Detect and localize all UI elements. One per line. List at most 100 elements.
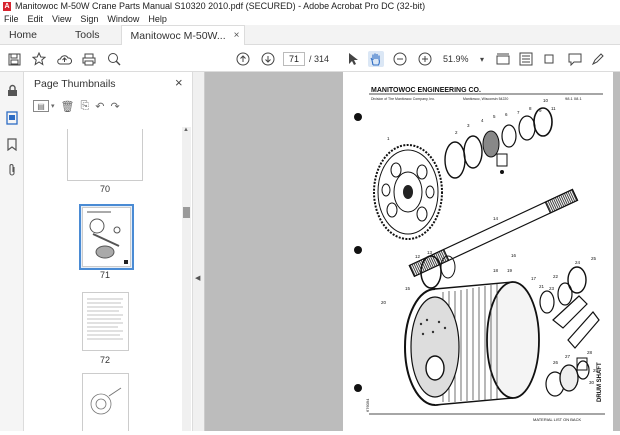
part-number: 11 (551, 106, 556, 111)
thumbnail-label-71: 71 (99, 270, 110, 280)
scrollbar-thumb[interactable] (183, 207, 190, 218)
tab-tools[interactable]: Tools (66, 25, 109, 45)
zoom-out-icon[interactable] (392, 51, 408, 67)
part-number: 27 (565, 354, 571, 359)
page-total: / 314 (309, 54, 330, 64)
collapse-arrow-icon[interactable]: ◀ (195, 274, 200, 282)
comment-icon[interactable] (567, 51, 583, 67)
lock-icon[interactable] (4, 82, 20, 98)
menu-edit[interactable]: Edit (28, 14, 44, 24)
part-number: 13 (427, 250, 433, 255)
rotate-icon[interactable] (541, 51, 557, 67)
part-number: 2 (455, 130, 458, 135)
thumbnail-label-70: 70 (99, 184, 110, 194)
menu-file[interactable]: File (4, 14, 19, 24)
fit-page-icon[interactable] (495, 51, 511, 67)
attachment-icon[interactable] (4, 162, 20, 178)
part-number: 20 (381, 300, 387, 305)
prev-page-icon[interactable] (235, 51, 251, 67)
highlight-icon[interactable] (590, 51, 606, 67)
page-number-input[interactable]: 71 (283, 52, 305, 66)
left-rail (0, 72, 24, 431)
tab-tools-label: Tools (75, 29, 100, 41)
part-number: 5 (493, 114, 496, 119)
part-number: 15 (405, 286, 411, 291)
toolbar: 71 / 314 51.9% ▾ (0, 45, 620, 72)
menu-sign[interactable]: Sign (80, 14, 98, 24)
panel-collapse-bar[interactable]: ◀ (193, 72, 205, 431)
part-number: 25 (591, 256, 597, 261)
page-location: Manitowoc, Wisconsin 54220 (463, 97, 508, 101)
side-title: DRUM SHAFT (597, 362, 603, 402)
title-bar: A Manitowoc M-50W Crane Parts Manual S10… (0, 0, 620, 12)
close-panel-icon[interactable]: × (175, 75, 183, 90)
part-code: 676094 (365, 398, 370, 412)
menu-help[interactable]: Help (148, 14, 167, 24)
tab-home[interactable]: Home (0, 25, 46, 45)
part-number: 26 (553, 360, 559, 365)
next-page-icon[interactable] (260, 51, 276, 67)
part-number: 12 (415, 254, 421, 259)
part-number: 22 (553, 274, 559, 279)
part-number: 1 (387, 136, 390, 141)
panel-title: Page Thumbnails (34, 78, 116, 90)
part-number: 21 (539, 284, 545, 289)
delete-page-icon[interactable]: 🗑 (61, 100, 75, 113)
page-header: MANITOWOC ENGINEERING CO. (371, 87, 481, 94)
upload-icon[interactable] (56, 51, 72, 67)
thumbnail-label-72: 72 (99, 355, 110, 365)
tab-bar: Home Tools Manitowoc M-50W... × (0, 25, 620, 45)
tab-document-label: Manitowoc M-50W... (130, 29, 226, 42)
page-subheader: Division of The Manitowoc Company, Inc. (371, 97, 435, 101)
part-number: 8 (529, 106, 532, 111)
thumbnail-options-icon[interactable]: ▤ (33, 100, 49, 112)
close-tab-icon[interactable]: × (234, 30, 240, 41)
page-thumbnail-70[interactable] (67, 129, 143, 181)
search-icon[interactable] (106, 51, 122, 67)
scroll-mode-icon[interactable] (518, 51, 534, 67)
tab-home-label: Home (9, 29, 38, 41)
part-number: 16 (511, 253, 517, 258)
thumbnail-scrollbar[interactable]: ▲ (182, 127, 191, 431)
options-dropdown-icon[interactable]: ▾ (51, 102, 55, 110)
page-thumbnail-73[interactable] (82, 373, 129, 431)
page-thumbnail-72[interactable] (82, 292, 129, 351)
page-thumbnails-icon[interactable] (4, 110, 20, 126)
panel-tools: ▤ ▾ 🗑 ⎘ ↶ ↷ (33, 98, 120, 114)
part-number: 7 (517, 110, 520, 115)
part-number: 19 (507, 268, 513, 273)
bookmark-icon[interactable] (4, 136, 20, 152)
part-number: 23 (549, 286, 555, 291)
menu-window[interactable]: Window (107, 14, 139, 24)
acrobat-icon: A (3, 1, 11, 11)
star-icon[interactable] (31, 51, 47, 67)
page-ref: 98.1 08.1 (565, 96, 582, 101)
document-page: MANITOWOC ENGINEERING CO. Division of Th… (343, 72, 613, 431)
part-number: 18 (493, 268, 499, 273)
part-number: 24 (575, 260, 581, 265)
zoom-level[interactable]: 51.9% (443, 52, 473, 66)
hand-icon[interactable] (368, 51, 384, 67)
menu-bar: File Edit View Sign Window Help (0, 12, 620, 25)
part-number: 6 (505, 112, 508, 117)
part-number: 10 (543, 98, 549, 103)
rotate-left-icon[interactable]: ↶ (95, 100, 104, 113)
extract-page-icon[interactable]: ⎘ (80, 100, 89, 113)
part-number: 4 (481, 118, 484, 123)
menu-view[interactable]: View (52, 14, 71, 24)
zoom-in-icon[interactable] (417, 51, 433, 67)
scroll-up-icon[interactable]: ▲ (183, 127, 189, 133)
part-number: 17 (531, 276, 537, 281)
exploded-drawing: MANITOWOC ENGINEERING CO. Division of Th… (354, 87, 605, 422)
window-title: Manitowoc M-50W Crane Parts Manual S1032… (15, 1, 426, 11)
document-view[interactable]: MANITOWOC ENGINEERING CO. Division of Th… (205, 72, 620, 431)
tab-document[interactable]: Manitowoc M-50W... × (120, 25, 245, 45)
zoom-dropdown-icon[interactable]: ▾ (474, 51, 490, 67)
rotate-right-icon[interactable]: ↷ (111, 100, 120, 113)
print-icon[interactable] (81, 51, 97, 67)
cursor-icon[interactable] (345, 51, 361, 67)
save-icon[interactable] (6, 51, 22, 67)
part-number: 28 (587, 350, 593, 355)
page-footer: MATERIAL LIST ON BACK (533, 417, 581, 422)
page-thumbnail-71[interactable] (82, 207, 131, 267)
